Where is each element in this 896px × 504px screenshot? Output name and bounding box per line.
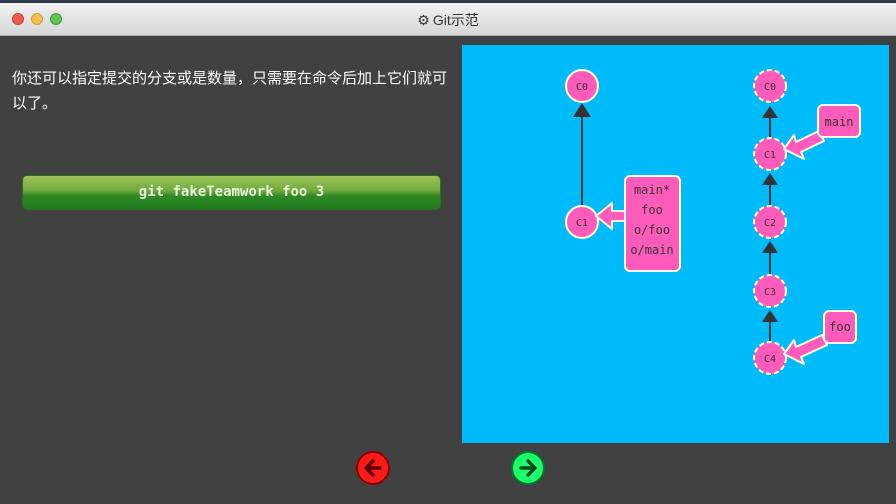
- window-titlebar: ⚙ Git示范: [0, 0, 896, 36]
- commit-c2-remote[interactable]: C2: [753, 205, 787, 239]
- svg-text:C4: C4: [764, 354, 776, 365]
- arrow-left-icon: [356, 451, 390, 485]
- arrow-right-icon: [511, 451, 545, 485]
- branch-label-foo[interactable]: foo: [823, 310, 857, 344]
- branch-pointer-foo: [783, 334, 828, 365]
- svg-text:C0: C0: [764, 82, 776, 93]
- branch-name-o-foo: o/foo: [634, 223, 670, 237]
- git-visualization: C0 C1 main* foo o/foo o/main C0 C1 C2 C3…: [462, 45, 889, 443]
- right-graph: C0 C1 C2 C3 C4 main foo: [753, 69, 861, 375]
- commit-c0[interactable]: C0: [565, 69, 599, 103]
- svg-text:C3: C3: [764, 287, 776, 298]
- svg-text:C0: C0: [576, 82, 588, 93]
- window-title-text: Git示范: [432, 12, 479, 28]
- edge-arrowhead: [573, 103, 591, 117]
- svg-text:C2: C2: [764, 218, 776, 229]
- svg-text:foo: foo: [829, 320, 851, 334]
- back-button[interactable]: [355, 450, 391, 486]
- left-graph: C0 C1 main* foo o/foo o/main: [565, 69, 681, 272]
- branch-label-main[interactable]: main: [817, 104, 861, 138]
- commit-c1-remote[interactable]: C1: [753, 137, 787, 171]
- titlebar-edge: [0, 0, 896, 3]
- gear-icon: ⚙: [417, 12, 430, 28]
- commit-c4-remote[interactable]: C4: [753, 341, 787, 375]
- window-title: ⚙ Git示范: [0, 10, 896, 30]
- branch-label-left[interactable]: main* foo o/foo o/main: [624, 175, 681, 272]
- commit-c0-remote[interactable]: C0: [753, 69, 787, 103]
- commit-c3-remote[interactable]: C3: [753, 274, 787, 308]
- commit-c1[interactable]: C1: [565, 205, 599, 239]
- branch-name-main: main*: [634, 183, 670, 197]
- branch-pointer: [595, 202, 627, 230]
- branch-name-foo: foo: [641, 203, 663, 217]
- svg-text:C1: C1: [576, 218, 588, 229]
- forward-button[interactable]: [510, 450, 546, 486]
- svg-text:main: main: [825, 115, 854, 129]
- branch-name-o-main: o/main: [630, 243, 673, 257]
- svg-text:C1: C1: [764, 150, 776, 161]
- dialog-description: 你还可以指定提交的分支或是数量，只需要在命令后加上它们就可以了。: [12, 69, 448, 112]
- command-button[interactable]: git fakeTeamwork foo 3: [22, 175, 441, 210]
